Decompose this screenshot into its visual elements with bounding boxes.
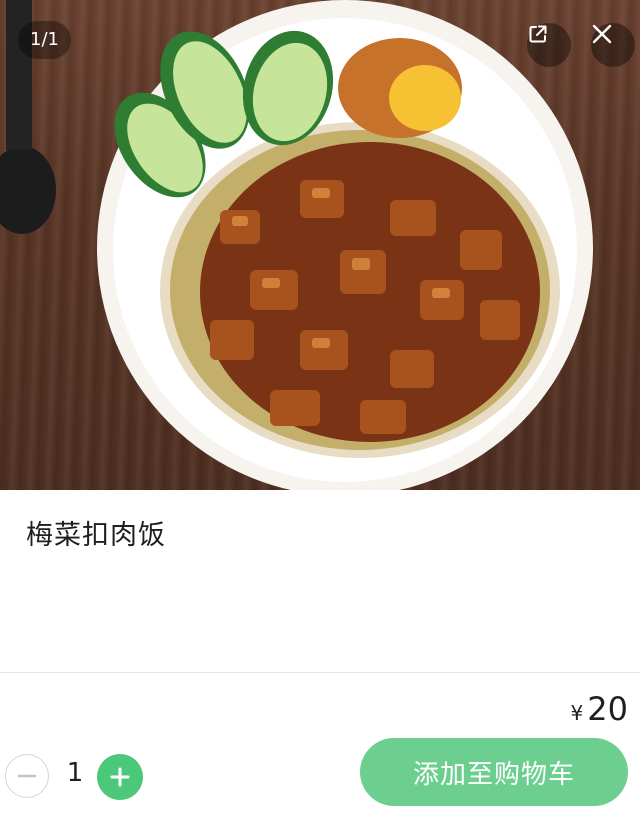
price-amount: 20 <box>587 690 628 728</box>
minus-icon <box>17 774 37 778</box>
divider <box>0 672 640 673</box>
decrease-quantity-button[interactable] <box>5 754 49 798</box>
close-icon <box>592 24 612 44</box>
external-link-icon <box>529 25 547 43</box>
food-illustration <box>0 0 593 490</box>
increase-quantity-button[interactable] <box>97 754 143 800</box>
product-name: 梅菜扣肉饭 <box>26 520 166 551</box>
image-counter: 1/1 <box>18 21 71 59</box>
add-to-cart-button[interactable]: 添加至购物车 <box>360 738 628 806</box>
close-button[interactable] <box>591 23 635 67</box>
quantity-value: 1 <box>66 758 84 788</box>
product-photo: 1/1 <box>0 0 640 490</box>
plus-icon <box>110 767 130 787</box>
currency-symbol: ¥ <box>570 701 584 725</box>
share-button[interactable] <box>527 23 571 67</box>
price: ¥ 20 <box>571 690 628 728</box>
